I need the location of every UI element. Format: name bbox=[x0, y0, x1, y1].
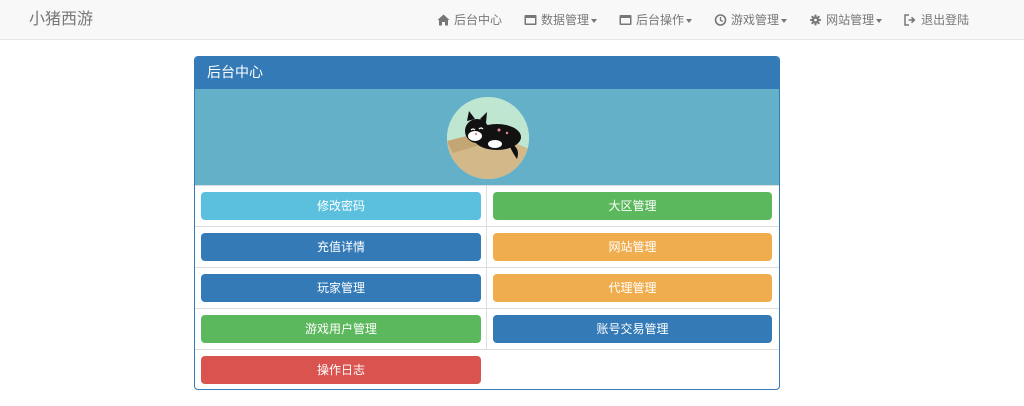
nav-item-game-management[interactable]: 游戏管理 bbox=[714, 0, 788, 40]
button-cell: 操作日志 bbox=[195, 350, 487, 389]
region-management-button[interactable]: 大区管理 bbox=[493, 192, 772, 220]
button-cell: 玩家管理 bbox=[195, 268, 487, 308]
caret-down-icon bbox=[591, 18, 598, 23]
player-management-button[interactable]: 玩家管理 bbox=[201, 274, 481, 302]
nav-item-data-management[interactable]: 数据管理 bbox=[524, 0, 598, 40]
button-cell: 游戏用户管理 bbox=[195, 309, 487, 349]
nav-label-data-management: 数据管理 bbox=[541, 13, 590, 27]
nav-label-logout: 退出登陆 bbox=[921, 13, 970, 27]
nav-item-backend-operations[interactable]: 后台操作 bbox=[619, 0, 693, 40]
button-cell: 大区管理 bbox=[487, 186, 779, 226]
window-icon bbox=[524, 14, 537, 26]
gear-icon bbox=[809, 14, 822, 26]
caret-down-icon bbox=[876, 18, 883, 23]
nav-item-logout[interactable]: 退出登陆 bbox=[904, 0, 969, 40]
button-cell: 修改密码 bbox=[195, 186, 487, 226]
panel-title: 后台中心 bbox=[195, 57, 779, 89]
main-nav: 后台中心 数据管理 后台操作 游戏管理 网站管理 退出登陆 bbox=[437, 0, 969, 40]
button-cell: 代理管理 bbox=[487, 268, 779, 308]
nav-item-site-management[interactable]: 网站管理 bbox=[809, 0, 883, 40]
site-management-button[interactable]: 网站管理 bbox=[493, 233, 772, 261]
clock-icon bbox=[714, 14, 727, 26]
caret-down-icon bbox=[781, 18, 788, 23]
logout-icon bbox=[904, 14, 917, 26]
nav-label-backend-operations: 后台操作 bbox=[636, 13, 685, 27]
account-trade-management-button[interactable]: 账号交易管理 bbox=[493, 315, 772, 343]
caret-down-icon bbox=[686, 18, 693, 23]
button-cell: 充值详情 bbox=[195, 227, 487, 267]
game-user-management-button[interactable]: 游戏用户管理 bbox=[201, 315, 481, 343]
button-row: 游戏用户管理 账号交易管理 bbox=[195, 309, 779, 350]
agent-management-button[interactable]: 代理管理 bbox=[493, 274, 772, 302]
cat-avatar-image bbox=[447, 97, 529, 179]
button-row: 修改密码 大区管理 bbox=[195, 186, 779, 227]
button-row: 操作日志 bbox=[195, 350, 779, 389]
dashboard-panel: 后台中心 修改密码 大区管理 充值详情 网站管理 玩家管理 代理管理 游戏用户管… bbox=[194, 56, 780, 390]
operation-log-button[interactable]: 操作日志 bbox=[201, 356, 481, 384]
window-icon bbox=[619, 14, 632, 26]
change-password-button[interactable]: 修改密码 bbox=[201, 192, 481, 220]
nav-label-game-management: 游戏管理 bbox=[731, 13, 780, 27]
nav-item-dashboard[interactable]: 后台中心 bbox=[437, 0, 502, 40]
avatar-row bbox=[195, 89, 779, 186]
recharge-details-button[interactable]: 充值详情 bbox=[201, 233, 481, 261]
empty-cell bbox=[487, 350, 779, 389]
brand-title[interactable]: 小猪西游 bbox=[29, 9, 93, 29]
action-button-grid: 修改密码 大区管理 充值详情 网站管理 玩家管理 代理管理 游戏用户管理 账号交… bbox=[195, 186, 779, 389]
button-row: 玩家管理 代理管理 bbox=[195, 268, 779, 309]
top-navbar: 小猪西游 后台中心 数据管理 后台操作 游戏管理 网站管理 退出登陆 bbox=[0, 0, 1024, 40]
button-row: 充值详情 网站管理 bbox=[195, 227, 779, 268]
home-icon bbox=[437, 14, 450, 26]
nav-label-site-management: 网站管理 bbox=[826, 13, 875, 27]
button-cell: 账号交易管理 bbox=[487, 309, 779, 349]
button-cell: 网站管理 bbox=[487, 227, 779, 267]
nav-label-dashboard: 后台中心 bbox=[454, 13, 503, 27]
